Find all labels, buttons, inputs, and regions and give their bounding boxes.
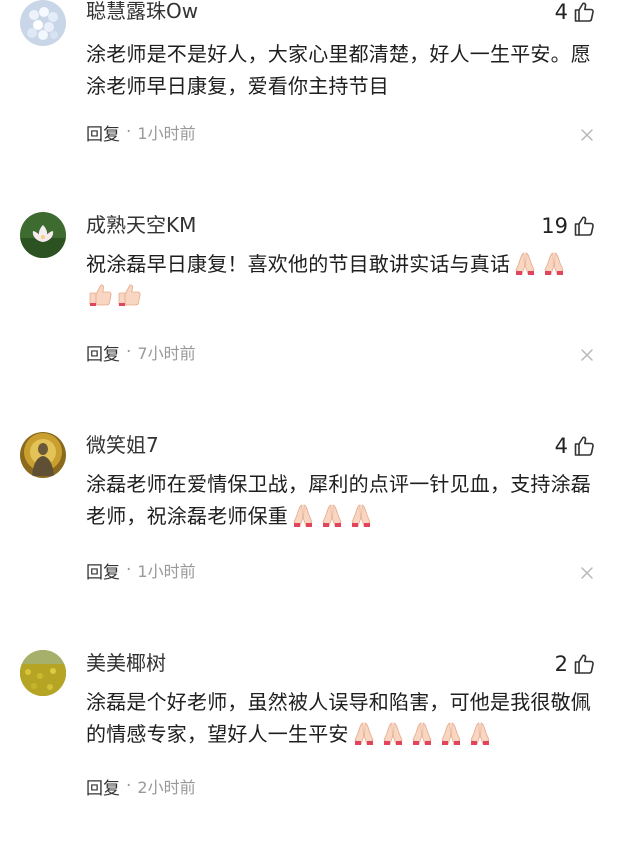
lotus-avatar-icon bbox=[20, 212, 66, 258]
username[interactable]: 成熟天空KM bbox=[86, 212, 196, 238]
comment-text: 祝涂磊早日康复！喜欢他的节目敢讲实话与真话 bbox=[86, 248, 606, 312]
praying-hands-icon bbox=[515, 252, 535, 275]
separator-dot: · bbox=[126, 776, 132, 796]
timestamp: 1小时前 bbox=[137, 562, 196, 581]
like-count: 19 bbox=[541, 214, 568, 238]
close-icon[interactable] bbox=[580, 128, 594, 142]
comment-item: 微笑姐7 4 涂磊老师在爱情保卫战，犀利的点评一针见血，支持涂磊老师，祝涂磊老师… bbox=[0, 432, 640, 650]
buddha-avatar-icon bbox=[20, 432, 66, 478]
praying-hands-icon bbox=[412, 722, 432, 745]
separator-dot: · bbox=[126, 122, 132, 142]
username[interactable]: 美美椰树 bbox=[86, 650, 166, 676]
close-icon[interactable] bbox=[580, 566, 594, 580]
comment-item: 成熟天空KM 19 祝涂磊早日康复！喜欢他的节目敢讲实话与真话 回复 · 7小时… bbox=[0, 212, 640, 430]
like-button[interactable]: 4 bbox=[555, 0, 596, 26]
comment-text: 涂磊老师在爱情保卫战，犀利的点评一针见血，支持涂磊老师，祝涂磊老师保重 bbox=[86, 468, 606, 532]
reply-button[interactable]: 回复 bbox=[86, 774, 120, 799]
thumbs-up-icon bbox=[574, 2, 594, 22]
thumbs-up-emoji-icon bbox=[89, 284, 112, 306]
comment-footer: 回复 · 1小时前 bbox=[86, 120, 586, 145]
like-count: 4 bbox=[554, 0, 568, 24]
comment-text: 涂老师是不是好人，大家心里都清楚，好人一生平安。愿涂老师早日康复，爱看你主持节目 bbox=[86, 38, 606, 102]
comment-body: 涂老师是不是好人，大家心里都清楚，好人一生平安。愿涂老师早日康复，爱看你主持节目 bbox=[86, 42, 591, 98]
comment-item: 聪慧露珠Ow 4 涂老师是不是好人，大家心里都清楚，好人一生平安。愿涂老师早日康… bbox=[0, 0, 640, 218]
avatar[interactable] bbox=[20, 432, 66, 478]
praying-hands-icon bbox=[470, 722, 490, 745]
reply-button[interactable]: 回复 bbox=[86, 120, 120, 145]
comment-body: 涂磊是个好老师，虽然被人误导和陷害，可他是我很敬佩的情感专家，望好人一生平安 bbox=[86, 690, 591, 746]
avatar[interactable] bbox=[20, 0, 66, 46]
thumbs-up-icon bbox=[574, 216, 594, 236]
rapeseed-field-avatar-icon bbox=[20, 650, 66, 696]
timestamp: 1小时前 bbox=[137, 124, 196, 143]
praying-hands-icon bbox=[351, 504, 371, 527]
praying-hands-icon bbox=[383, 722, 403, 745]
comment-body: 祝涂磊早日康复！喜欢他的节目敢讲实话与真话 bbox=[86, 252, 511, 276]
username[interactable]: 微笑姐7 bbox=[86, 432, 159, 458]
praying-hands-icon bbox=[322, 504, 342, 527]
hydrangea-avatar-icon bbox=[20, 0, 66, 46]
comment-footer: 回复 · 1小时前 bbox=[86, 558, 586, 583]
avatar[interactable] bbox=[20, 212, 66, 258]
separator-dot: · bbox=[126, 560, 132, 580]
comment-footer: 回复 · 7小时前 bbox=[86, 340, 586, 365]
close-icon[interactable] bbox=[580, 348, 594, 362]
username[interactable]: 聪慧露珠Ow bbox=[86, 0, 198, 24]
comment-text: 涂磊是个好老师，虽然被人误导和陷害，可他是我很敬佩的情感专家，望好人一生平安 bbox=[86, 686, 606, 750]
reply-button[interactable]: 回复 bbox=[86, 340, 120, 365]
like-button[interactable]: 2 bbox=[555, 650, 596, 678]
praying-hands-icon bbox=[544, 252, 564, 275]
avatar[interactable] bbox=[20, 650, 66, 696]
praying-hands-icon bbox=[441, 722, 461, 745]
timestamp: 2小时前 bbox=[137, 778, 196, 797]
like-button[interactable]: 4 bbox=[555, 432, 596, 460]
thumbs-up-icon bbox=[574, 436, 594, 456]
comment-footer: 回复 · 2小时前 bbox=[86, 774, 586, 799]
like-count: 2 bbox=[554, 652, 568, 676]
praying-hands-icon bbox=[354, 722, 374, 745]
timestamp: 7小时前 bbox=[137, 344, 196, 363]
separator-dot: · bbox=[126, 342, 132, 362]
praying-hands-icon bbox=[293, 504, 313, 527]
comment-item: 美美椰树 2 涂磊是个好老师，虽然被人误导和陷害，可他是我很敬佩的情感专家，望好… bbox=[0, 650, 640, 868]
thumbs-up-icon bbox=[574, 654, 594, 674]
reply-button[interactable]: 回复 bbox=[86, 558, 120, 583]
like-count: 4 bbox=[554, 434, 568, 458]
thumbs-up-emoji-icon bbox=[118, 284, 141, 306]
like-button[interactable]: 19 bbox=[541, 212, 596, 240]
